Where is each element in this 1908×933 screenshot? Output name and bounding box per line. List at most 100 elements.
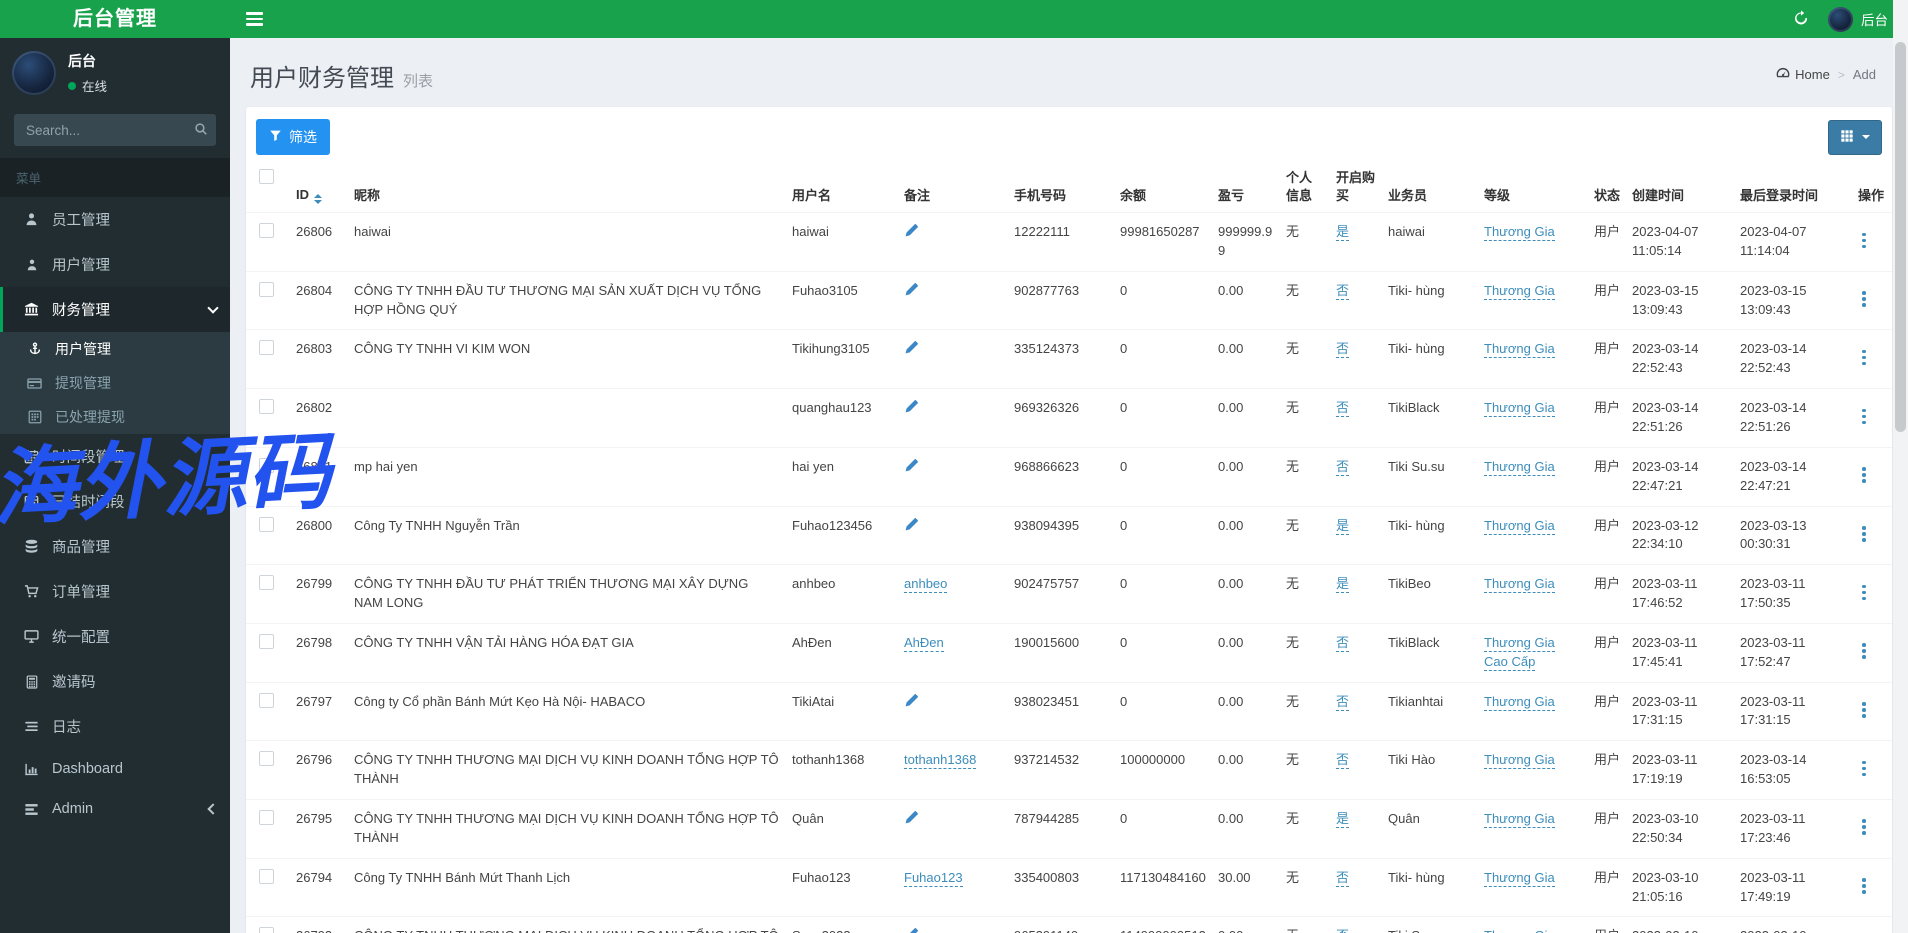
search-input[interactable] <box>14 114 216 146</box>
sidebar-item-logs[interactable]: 日志 <box>0 704 230 749</box>
row-checkbox[interactable] <box>259 809 274 825</box>
sidebar-item-staff-management[interactable]: 员工管理 <box>0 197 230 242</box>
cell-purchase: 否 <box>1330 446 1382 507</box>
scrollbar-thumb[interactable] <box>1895 42 1906 432</box>
row-checkbox[interactable] <box>259 223 274 239</box>
purchase-toggle-link[interactable]: 否 <box>1336 400 1350 418</box>
row-checkbox[interactable] <box>259 868 274 884</box>
row-checkbox[interactable] <box>259 633 274 649</box>
sidebar-item-user-management[interactable]: 用户管理 <box>0 242 230 287</box>
pencil-icon[interactable] <box>904 517 919 538</box>
sidebar-item-finance-management[interactable]: 财务管理 <box>0 287 230 332</box>
row-checkbox[interactable] <box>259 575 274 591</box>
level-link[interactable]: Thương Gia <box>1484 341 1555 359</box>
row-actions-button[interactable] <box>1858 348 1870 368</box>
row-checkbox[interactable] <box>259 692 274 708</box>
select-all-checkbox[interactable] <box>259 169 274 184</box>
purchase-toggle-link[interactable]: 否 <box>1336 341 1350 359</box>
pencil-icon[interactable] <box>904 927 919 933</box>
col-id[interactable]: ID <box>290 161 348 214</box>
cell-nickname: haiwai <box>354 224 391 240</box>
cell-note: Fuhao123 <box>898 857 1008 917</box>
row-actions-button[interactable] <box>1858 759 1870 779</box>
row-actions-button[interactable] <box>1858 700 1870 720</box>
note-link[interactable]: tothanh1368 <box>904 752 977 770</box>
note-link[interactable]: Fuhao123 <box>904 869 963 887</box>
row-actions-button[interactable] <box>1858 465 1870 485</box>
sidebar-item-processed-withdraw[interactable]: 已处理提现 <box>0 400 230 434</box>
row-actions-button[interactable] <box>1858 524 1870 544</box>
purchase-toggle-link[interactable]: 是 <box>1336 224 1350 242</box>
purchase-toggle-link[interactable]: 否 <box>1336 869 1350 887</box>
breadcrumb-home-link[interactable]: Home <box>1776 66 1830 83</box>
cell-actions <box>1852 740 1892 800</box>
purchase-toggle-link[interactable]: 是 <box>1336 517 1350 535</box>
row-actions-button[interactable] <box>1858 407 1870 427</box>
row-checkbox[interactable] <box>259 399 274 415</box>
sidebar-item-admin[interactable]: Admin <box>0 789 230 829</box>
level-link[interactable]: Thương Gia <box>1484 928 1555 933</box>
filter-button[interactable]: 筛选 <box>256 119 330 155</box>
pencil-icon[interactable] <box>904 810 919 831</box>
purchase-toggle-link[interactable]: 否 <box>1336 693 1350 711</box>
note-link[interactable]: anhbeo <box>904 576 948 594</box>
sidebar-item-finance-user-management[interactable]: 用户管理 <box>0 332 230 366</box>
pencil-icon[interactable] <box>904 340 919 361</box>
level-link[interactable]: Thương Gia <box>1484 282 1555 300</box>
level-link[interactable]: Thương Gia <box>1484 810 1555 828</box>
level-link[interactable]: Thương Gia <box>1484 400 1555 418</box>
search-icon[interactable] <box>194 122 208 139</box>
cell-personal-info: 无 <box>1280 270 1330 330</box>
sidebar-item-label: 已结时间段 <box>52 495 125 511</box>
cell-id: 26801 <box>290 446 348 507</box>
row-actions-button[interactable] <box>1858 583 1870 603</box>
purchase-toggle-link[interactable]: 否 <box>1336 928 1350 933</box>
pencil-icon[interactable] <box>904 693 919 714</box>
level-link[interactable]: Thương Gia <box>1484 517 1555 535</box>
cell-salesman: Tiki- hùng <box>1382 270 1478 330</box>
row-checkbox[interactable] <box>259 457 274 473</box>
row-checkbox[interactable] <box>259 751 274 767</box>
level-link[interactable]: Thương Gia <box>1484 693 1555 711</box>
pencil-icon[interactable] <box>904 223 919 244</box>
sidebar-item-ended-timeslot[interactable]: 已结时间段 <box>0 479 230 524</box>
row-checkbox[interactable] <box>259 927 274 933</box>
level-link[interactable]: Thương Gia <box>1484 576 1555 594</box>
sidebar-item-dashboard[interactable]: Dashboard <box>0 749 230 789</box>
level-link[interactable]: Thương Gia <box>1484 224 1555 242</box>
row-actions-button[interactable] <box>1858 876 1870 896</box>
purchase-toggle-link[interactable]: 是 <box>1336 576 1350 594</box>
sidebar-item-unified-config[interactable]: 统一配置 <box>0 614 230 659</box>
sidebar-item-invite-code[interactable]: 邀请码 <box>0 659 230 704</box>
row-actions-button[interactable] <box>1858 817 1870 837</box>
level-link[interactable]: Thương Gia <box>1484 869 1555 887</box>
level-link[interactable]: Thương Gia Cao Cấp <box>1484 634 1555 671</box>
row-actions-button[interactable] <box>1858 641 1870 661</box>
cell-created: 2023-03-11 17:45:41 <box>1626 622 1734 683</box>
sidebar-item-withdraw-management[interactable]: 提现管理 <box>0 366 230 400</box>
purchase-toggle-link[interactable]: 否 <box>1336 282 1350 300</box>
sidebar-toggle-button[interactable] <box>230 0 279 38</box>
level-link[interactable]: Thương Gia <box>1484 752 1555 770</box>
row-checkbox[interactable] <box>259 281 274 297</box>
row-checkbox[interactable] <box>259 516 274 532</box>
refresh-button[interactable] <box>1780 0 1822 38</box>
cell-level: Thương Gia <box>1478 916 1588 933</box>
column-toggle-button[interactable] <box>1828 119 1882 155</box>
sidebar-item-order-management[interactable]: 订单管理 <box>0 569 230 614</box>
pencil-icon[interactable] <box>904 282 919 303</box>
row-actions-button[interactable] <box>1858 289 1870 309</box>
level-link[interactable]: Thương Gia <box>1484 458 1555 476</box>
row-actions-button[interactable] <box>1858 231 1870 251</box>
row-checkbox[interactable] <box>259 340 274 356</box>
purchase-toggle-link[interactable]: 否 <box>1336 634 1350 652</box>
sidebar-item-product-management[interactable]: 商品管理 <box>0 524 230 569</box>
cell-purchase: 否 <box>1330 388 1382 448</box>
note-link[interactable]: AhĐen <box>904 634 944 652</box>
purchase-toggle-link[interactable]: 否 <box>1336 752 1350 770</box>
sidebar-item-timeslot-management[interactable]: 时间段管理 <box>0 434 230 479</box>
purchase-toggle-link[interactable]: 是 <box>1336 810 1350 828</box>
pencil-icon[interactable] <box>904 399 919 420</box>
pencil-icon[interactable] <box>904 458 919 479</box>
purchase-toggle-link[interactable]: 否 <box>1336 458 1350 476</box>
